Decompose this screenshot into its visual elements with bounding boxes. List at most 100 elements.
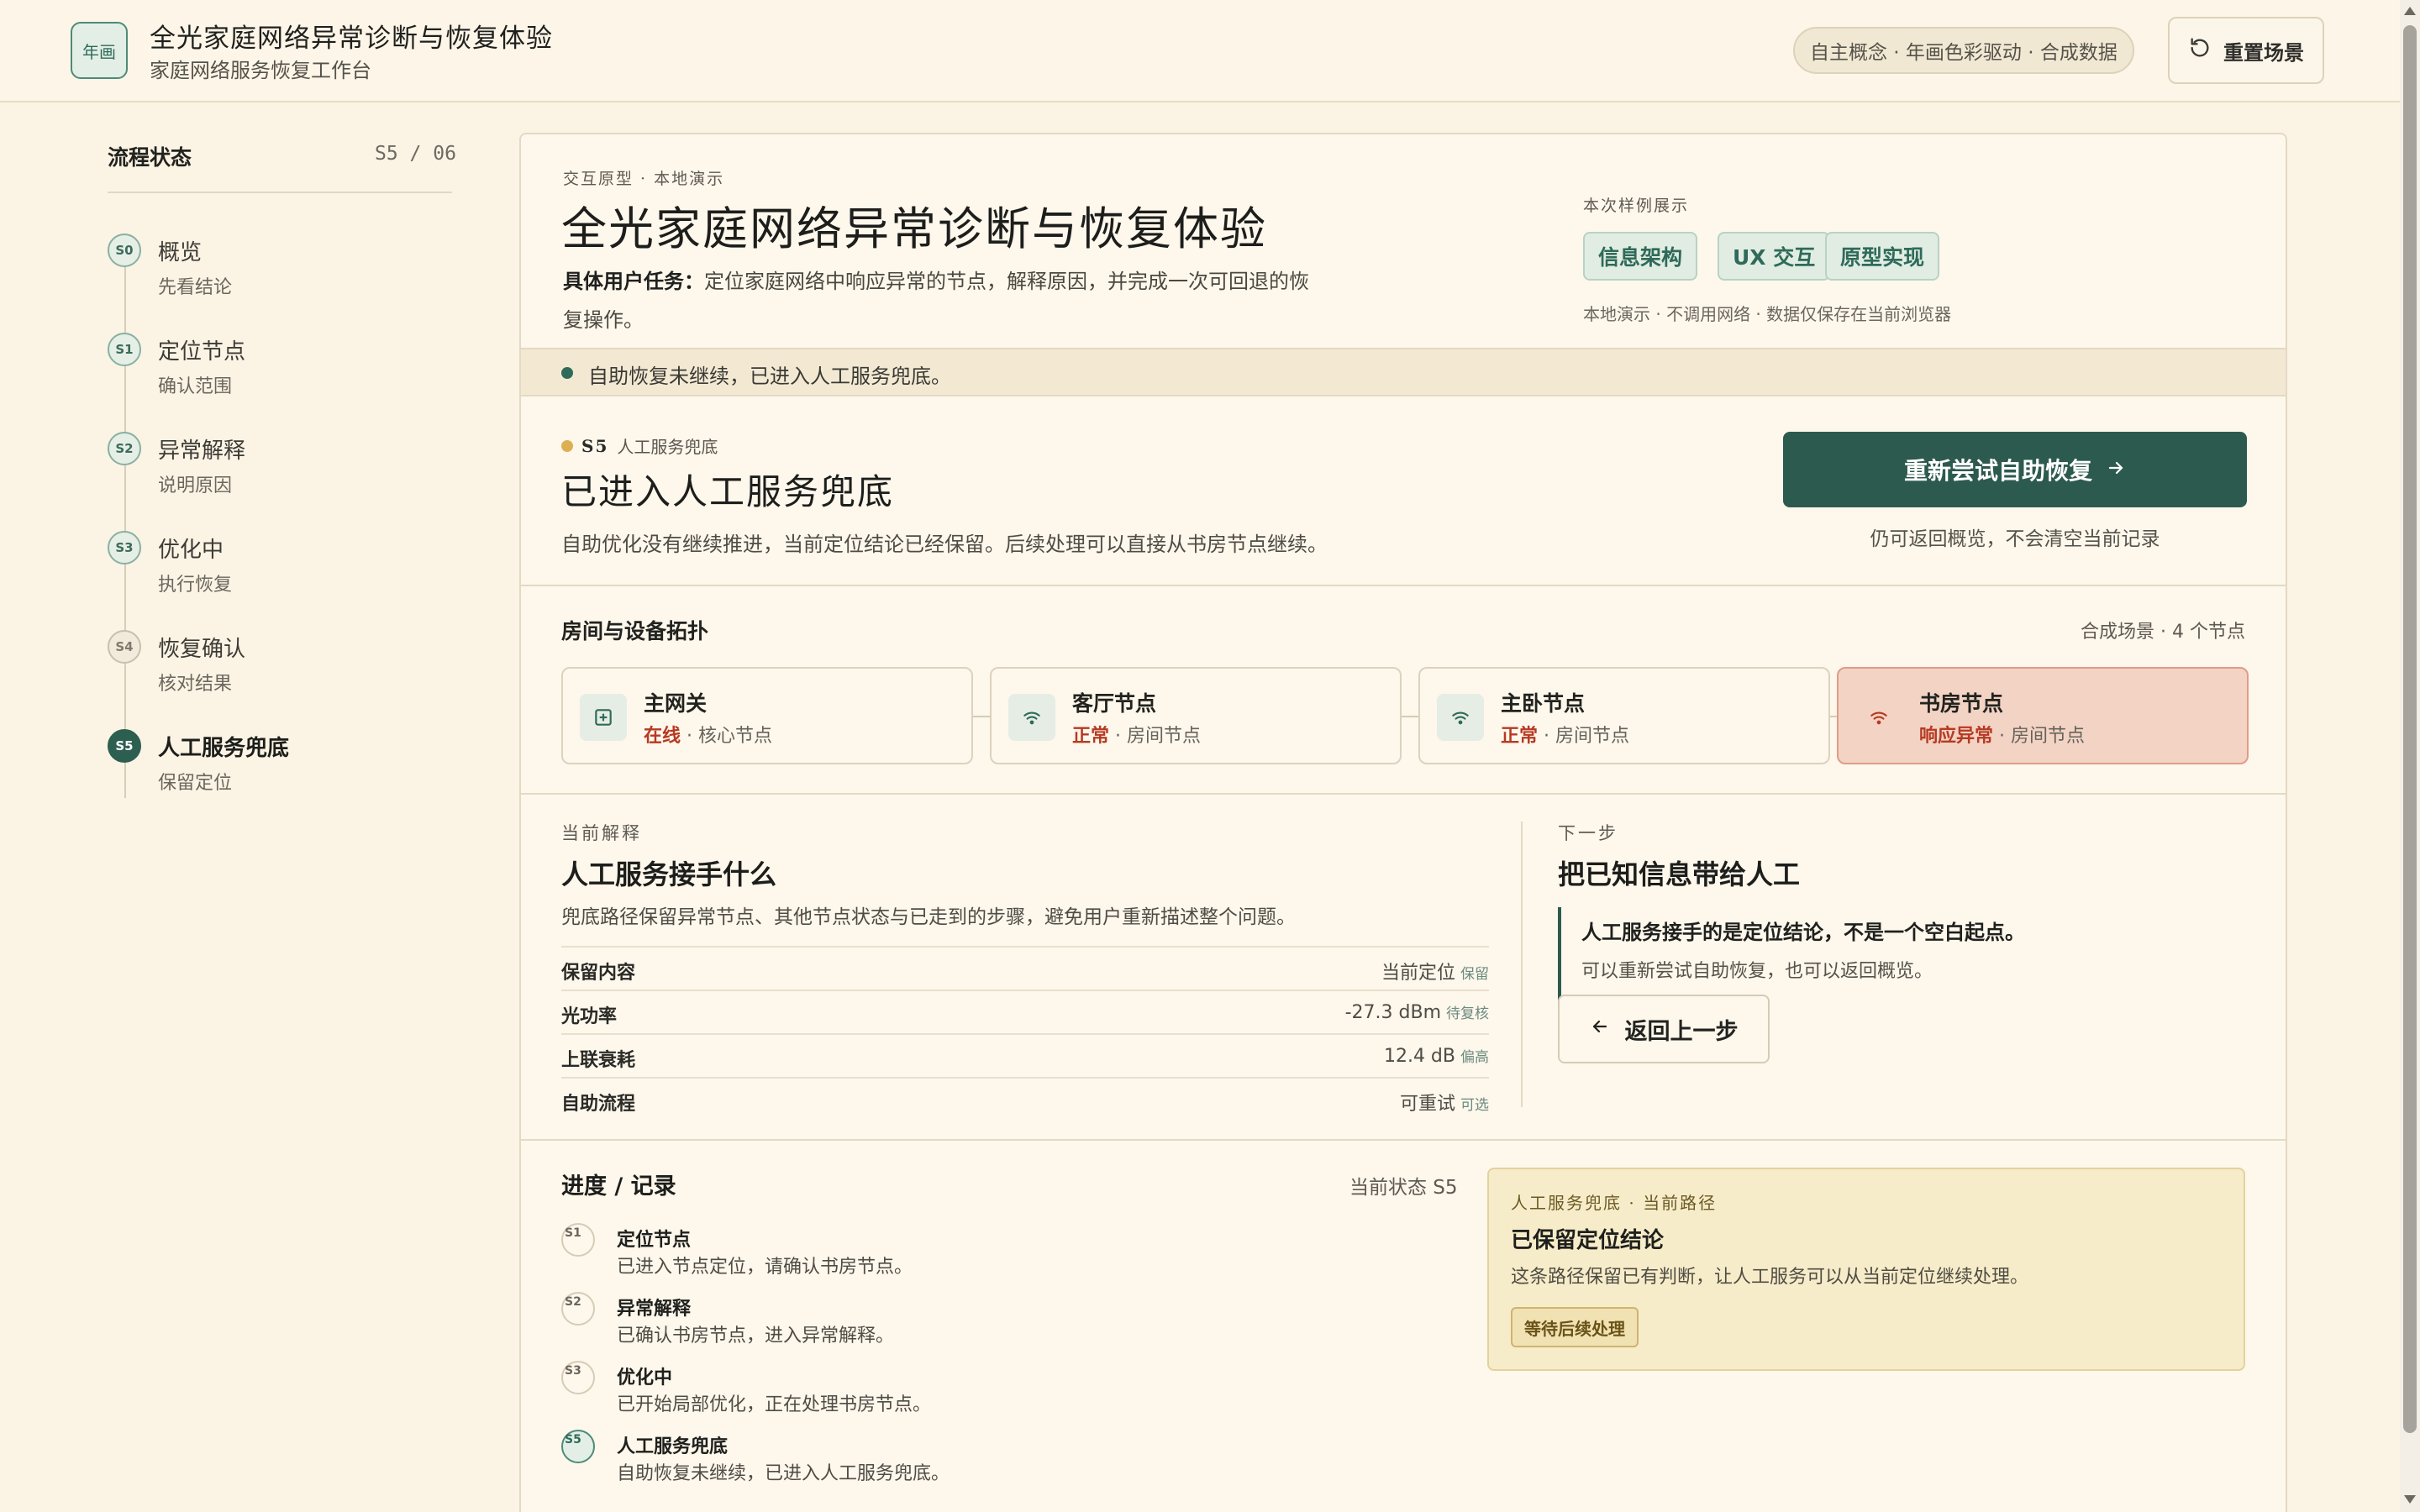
log-description: 已开始局部优化，正在处理书房节点。: [617, 1394, 932, 1415]
kv-tag: 偏高: [1460, 1049, 1489, 1066]
step-sublabel: 确认范围: [158, 376, 233, 397]
node-name: 书房节点: [1919, 691, 2004, 716]
explanation-title: 人工服务接手什么: [561, 858, 777, 890]
kv-value-text: 当前定位: [1381, 963, 1455, 984]
log-marker: S3: [561, 1361, 595, 1394]
step-label: 人工服务兜底: [158, 736, 290, 761]
step-sublabel: 执行恢复: [158, 575, 233, 596]
route-description: 这条路径保留已有判断，让人工服务可以从当前定位继续处理。: [1511, 1267, 2029, 1288]
app-title: 全光家庭网络异常诊断与恢复体验: [150, 24, 553, 54]
kv-key: 自助流程: [561, 1094, 636, 1115]
kv-row: 光功率 -27.3 dBm 待复核: [561, 990, 1489, 1033]
step-sublabel: 先看结论: [158, 277, 233, 298]
local-demo-note: 本地演示 · 不调用网络 · 数据仅保存在当前浏览器: [1583, 304, 1952, 324]
next-quote-headline: 人工服务接手的是定位结论，不是一个空白起点。: [1581, 921, 2025, 944]
kv-value-text: 12.4 dB: [1383, 1046, 1455, 1067]
wifi-icon: [1437, 694, 1484, 741]
node-status: 正常 · 房间节点: [1072, 721, 1201, 748]
scrollbar-thumb[interactable]: [2403, 25, 2417, 1433]
node-role: · 房间节点: [1109, 726, 1201, 747]
task-label: 具体用户任务：: [563, 270, 704, 293]
step-label: 优化中: [158, 538, 224, 563]
sidebar-step-count: S5 / 06: [375, 143, 456, 165]
status-dot-icon: [561, 367, 573, 379]
main-panel: 交互原型 · 本地演示 全光家庭网络异常诊断与恢复体验 具体用户任务：定位家庭网…: [519, 133, 2287, 1512]
sidebar-step-s4[interactable]: S4 恢复确认 核对结果: [108, 630, 460, 714]
progress-state: 当前状态 S5: [1349, 1177, 1458, 1199]
arrow-left-icon: [1590, 1016, 1610, 1042]
scroll-down-arrow[interactable]: [2404, 1495, 2416, 1504]
kv-tag: 保留: [1460, 966, 1489, 983]
step-sublabel: 保留定位: [158, 773, 233, 794]
node-name: 主网关: [644, 691, 708, 716]
step-marker: S0: [108, 234, 141, 267]
node-status-value: 响应异常: [1919, 726, 1994, 747]
sidebar-title: 流程状态: [108, 145, 192, 170]
kv-value: 可重试 可选: [1400, 1089, 1489, 1116]
stage-section: S5 人工服务兜底 已进入人工服务兜底 自助优化没有继续推进，当前定位结论已经保…: [521, 396, 2286, 586]
kv-key: 光功率: [561, 1006, 618, 1027]
next-quote-detail: 可以重新尝试自助恢复，也可以返回概览。: [1581, 961, 1933, 982]
wifi-icon: [1855, 694, 1902, 741]
sidebar-step-s2[interactable]: S2 异常解释 说明原因: [108, 432, 460, 516]
next-eyebrow: 下一步: [1558, 823, 1618, 843]
log-description: 已进入节点定位，请确认书房节点。: [617, 1257, 913, 1278]
sidebar-divider: [108, 192, 452, 193]
node-status-value: 正常: [1501, 726, 1539, 747]
step-label: 异常解释: [158, 438, 246, 464]
log-item: S3 优化中 已开始局部优化，正在处理书房节点。: [561, 1361, 1452, 1428]
sidebar-step-s0[interactable]: S0 概览 先看结论: [108, 234, 460, 318]
stage-code: S5: [581, 435, 609, 456]
scroll-up-arrow[interactable]: [2404, 7, 2416, 15]
page-title: 全光家庭网络异常诊断与恢复体验: [561, 202, 1267, 255]
arrow-right-icon: [2106, 456, 2126, 484]
topology-meta: 合成场景 · 4 个节点: [2081, 622, 2245, 643]
node-card-living-room[interactable]: 客厅节点 正常 · 房间节点: [990, 667, 1402, 764]
back-label: 返回上一步: [1624, 1018, 1739, 1045]
chip-ux-interaction: UX 交互: [1718, 232, 1831, 281]
log-title: 优化中: [617, 1368, 673, 1389]
gateway-icon: [580, 694, 627, 741]
log-item: S1 定位节点 已进入节点定位，请确认书房节点。: [561, 1223, 1452, 1290]
node-connector: [1402, 716, 1418, 717]
retry-self-recovery-button[interactable]: 重新尝试自助恢复: [1783, 432, 2247, 507]
stage-description: 自助优化没有继续推进，当前定位结论已经保留。后续处理可以直接从书房节点继续。: [561, 533, 1328, 556]
app-logo: 年画: [71, 22, 128, 79]
stage-tag-label: 人工服务兜底: [617, 437, 718, 457]
kv-tag: 待复核: [1446, 1005, 1489, 1022]
task-description: 具体用户任务：定位家庭网络中响应异常的节点，解释原因，并完成一次可回退的恢复操作…: [563, 262, 1328, 339]
node-name: 客厅节点: [1072, 691, 1157, 716]
sidebar-step-s1[interactable]: S1 定位节点 确认范围: [108, 333, 460, 417]
sidebar-step-s5[interactable]: S5 人工服务兜底 保留定位: [108, 729, 460, 813]
kv-value: 当前定位 保留: [1381, 958, 1489, 984]
step-sublabel: 核对结果: [158, 674, 233, 695]
status-badge: 等待后续处理: [1511, 1307, 1639, 1347]
step-label: 概览: [158, 240, 203, 265]
kv-key: 保留内容: [561, 963, 636, 984]
kv-row: 保留内容 当前定位 保留: [561, 946, 1489, 990]
node-role: · 核心节点: [681, 726, 772, 747]
retry-note: 仍可返回概览，不会清空当前记录: [1870, 528, 2160, 550]
sidebar-step-s3[interactable]: S3 优化中 执行恢复: [108, 531, 460, 615]
refresh-icon: [2188, 36, 2212, 65]
hero-eyebrow: 交互原型 · 本地演示: [563, 170, 725, 188]
step-marker: S2: [108, 432, 141, 465]
log-title: 定位节点: [617, 1230, 692, 1251]
node-status-value: 在线: [644, 726, 681, 747]
status-banner-text: 自助恢复未继续，已进入人工服务兜底。: [588, 365, 951, 388]
reset-scene-button[interactable]: 重置场景: [2168, 17, 2324, 84]
node-connector: [973, 716, 990, 717]
node-name: 主卧节点: [1501, 691, 1586, 716]
step-label: 恢复确认: [158, 637, 246, 662]
route-title: 已保留定位结论: [1511, 1228, 1665, 1253]
node-status: 正常 · 房间节点: [1501, 721, 1629, 748]
node-card-master-bedroom[interactable]: 主卧节点 正常 · 房间节点: [1418, 667, 1830, 764]
node-card-gateway[interactable]: 主网关 在线 · 核心节点: [561, 667, 973, 764]
step-marker: S4: [108, 630, 141, 664]
column-separator: [1521, 822, 1523, 1107]
back-button[interactable]: 返回上一步: [1558, 995, 1770, 1063]
node-card-study[interactable]: 书房节点 响应异常 · 房间节点: [1837, 667, 2249, 764]
kv-value: 12.4 dB 偏高: [1384, 1045, 1489, 1067]
sidebar-timeline-line: [124, 249, 126, 798]
concept-badge: 自主概念 · 年画色彩驱动 · 合成数据: [1793, 27, 2134, 74]
